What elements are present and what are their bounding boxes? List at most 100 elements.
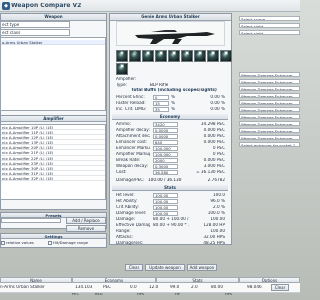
amplifier-label: Amplifier: <box>116 77 137 81</box>
select-enhancer-socket[interactable]: Select enhancer for socket 1 <box>239 142 300 148</box>
economy-right-value: 34.298 PEC <box>200 122 225 126</box>
stats-right-value: 2.0 % <box>213 205 225 209</box>
enhancer-icon[interactable]: ▣ <box>220 50 232 62</box>
enhancer-icon[interactable]: ▣ <box>116 63 128 75</box>
enhancer-select[interactable]: Weapon Damage Enhancer <box>239 128 300 134</box>
table-clear-button[interactable]: Clear <box>271 284 289 291</box>
economy-right-value: 0.000 PEC <box>203 134 225 138</box>
crit-damage-value: 0.00 % <box>210 107 225 111</box>
crit-cell: 80.00 <box>211 285 223 289</box>
enhancer-icon[interactable]: ▣ <box>194 50 206 62</box>
stats-label: Hit Ability: <box>116 199 138 203</box>
hit-damage-range-checkbox[interactable] <box>48 241 52 245</box>
weapon-class-select[interactable]: ect class <box>0 29 70 36</box>
crit-damage-field[interactable]: 35 <box>153 107 169 112</box>
percent-enhancer-value: 0.00 % <box>210 95 225 99</box>
damage-pec-label: Damage/PEC: <box>116 178 145 182</box>
economy-field[interactable]: 2000 <box>153 158 178 163</box>
enhancer-icon[interactable]: ▣ <box>168 50 180 62</box>
stats-right-value: 100.0 <box>213 193 225 197</box>
economy-field[interactable]: 3420 <box>153 122 178 127</box>
enhancer-icon[interactable]: ▣ <box>142 50 154 62</box>
economy-label: Enhancer cost: <box>116 140 148 144</box>
amplifier-list[interactable]: nix A-Amplifier 10P (L) (1E) nix A-Ampli… <box>0 124 106 200</box>
stats-label: Damage: <box>116 217 136 221</box>
stats-field[interactable]: 100.00 <box>153 205 178 210</box>
faster-reload-field[interactable]: 15 <box>153 101 169 106</box>
amplifier-panel-header: Amplifier <box>1 116 106 122</box>
stats-right-value: 128.00 HP <box>203 223 225 227</box>
scope-icon[interactable]: ◉ <box>116 50 128 62</box>
enhancer-select[interactable]: Weapon Damage Enhancer <box>239 72 300 78</box>
stats-field: 80.00 + 100.00 / 2 = <box>153 217 189 221</box>
enhancer-select[interactable]: Weapon Damage Enhancer <box>239 121 300 127</box>
economy-right-value: 0.000 PEC <box>203 128 225 132</box>
economy-right-value: = 36.130 PEC <box>196 170 225 174</box>
weapon-type-select[interactable]: ect type <box>0 21 70 28</box>
faster-reload-label: Faster Reload: <box>116 101 146 105</box>
weapon-name-cell: n-Arms Urban Stalker <box>0 285 45 289</box>
economy-right-value: 0 PEC <box>212 152 225 156</box>
economy-field[interactable]: 0.0000 <box>153 134 178 139</box>
economy-field[interactable]: 100.000 <box>153 146 178 151</box>
economy-right-value: 0.000 PEC <box>203 158 225 162</box>
pec-unit-cell: PEC <box>103 285 112 289</box>
weapon-list-item[interactable]: a-Arms Urban Stalker <box>1 40 105 46</box>
economy-field[interactable]: 0.3000 <box>153 164 178 169</box>
stats-label: Attacks: <box>116 235 133 239</box>
enhancer-select[interactable]: Weapon Damage Enhancer <box>239 79 300 85</box>
clear-button[interactable]: Clear <box>125 264 143 271</box>
economy-field[interactable]: 840 <box>153 140 178 145</box>
update-weapon-button[interactable]: Update weapon <box>145 264 185 271</box>
percent-enhancer-label: Percent Ehnc: <box>116 95 145 99</box>
economy-label: Ammo: <box>116 122 131 126</box>
enhancer-icon[interactable]: ▣ <box>207 50 219 62</box>
stats-field[interactable]: 100.00 <box>153 211 178 216</box>
faster-reload-value: 0.00 % <box>210 101 225 105</box>
enhancer-select[interactable]: Weapon Damage Enhancer <box>239 100 300 106</box>
remove-preset-button[interactable]: Remove <box>66 225 106 232</box>
enhancer-icon[interactable]: ▣ <box>155 50 167 62</box>
rifle-icon <box>135 30 215 44</box>
stats-field[interactable]: 100.00 <box>153 193 178 198</box>
preset-select[interactable] <box>1 218 61 223</box>
enhancer-select[interactable]: Weapon Damage Enhancer <box>239 135 300 141</box>
table-subcell: HP <box>175 293 180 296</box>
relative-values-checkbox[interactable] <box>1 241 5 245</box>
hps-cell: 98.046 <box>247 285 262 289</box>
amplifier-item[interactable]: nix A-Amplifier 32P (L) (1E) <box>1 176 105 182</box>
settings-panel-header: Settings <box>1 234 106 239</box>
stats-right-value: 100.00 <box>210 229 225 233</box>
economy-right-value: 0 PEC <box>212 146 225 150</box>
enhancer-select[interactable]: Weapon Damage Enhancer <box>239 86 300 92</box>
enhancer-select[interactable]: Weapon Damage Enhancer <box>239 107 300 113</box>
dmg-cell: 12.0 <box>149 285 159 289</box>
enhancer-select[interactable]: Weapon Damage Enhancer <box>239 114 300 120</box>
add-replace-preset-button[interactable]: Add / Replace <box>66 217 106 224</box>
economy-field[interactable]: 100.000 <box>153 152 178 157</box>
economy-field[interactable]: 36.580 <box>153 170 178 175</box>
percent-enhancer-field[interactable]: 0 <box>153 95 169 100</box>
sight-icon[interactable]: ◎ <box>129 50 141 62</box>
stats-header: Stats <box>112 185 228 191</box>
select-sight[interactable]: Select sight <box>239 23 300 29</box>
economy-label: Amplifier decay: <box>116 128 150 132</box>
economy-field[interactable]: 0.0000 <box>153 128 178 133</box>
add-weapon-button[interactable]: Add weapon <box>187 264 217 271</box>
table-subcell: PEC <box>72 293 79 296</box>
select-sight[interactable]: Select sight <box>239 30 300 36</box>
relative-values-label: relative values <box>6 241 34 245</box>
stats-right-value: 32.00 HPS <box>203 235 225 239</box>
total-buffs-title: Total Buffs (including scopes/sights) <box>131 88 217 92</box>
enhancer-icon[interactable]: ▣ <box>181 50 193 62</box>
select-scope[interactable]: Select scope <box>239 16 300 22</box>
economy-label: Weapon decay: <box>116 164 148 168</box>
economy-header: Economy <box>112 114 228 120</box>
crit-damage-label: Inc. Crit. DMG: <box>116 107 147 111</box>
economy-right-value: 3.000 PEC <box>203 164 225 168</box>
weapon-list[interactable] <box>0 37 106 111</box>
crit-damage-unit: % <box>171 107 175 111</box>
stats-field[interactable]: 100.00 <box>153 199 178 204</box>
faster-reload-unit: % <box>171 101 175 105</box>
enhancer-select[interactable]: Weapon Damage Enhancer <box>239 93 300 99</box>
